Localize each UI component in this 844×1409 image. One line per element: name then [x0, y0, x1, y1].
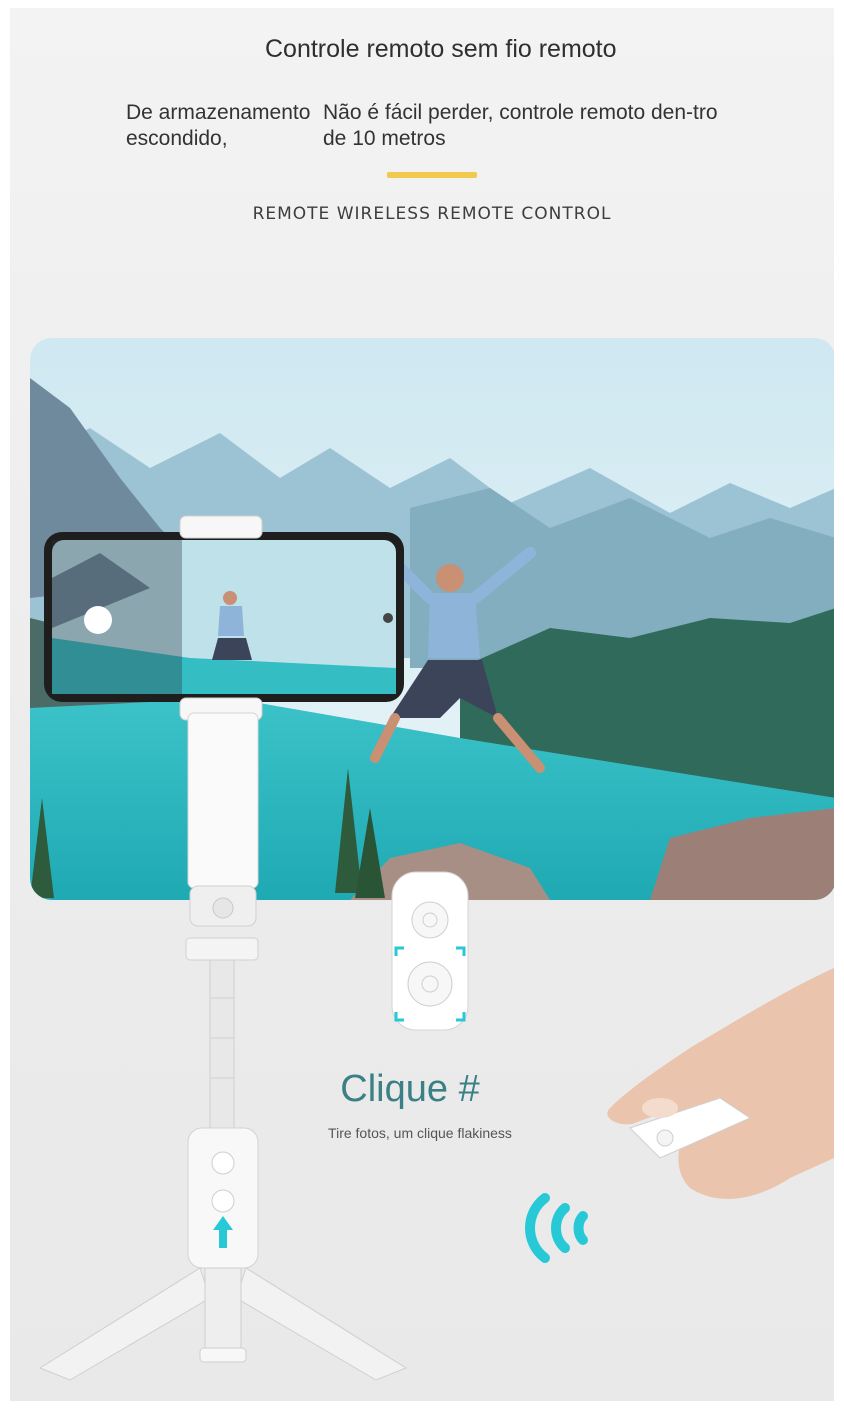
feature-caption-sub: Tire fotos, um clique flakiness — [328, 1125, 512, 1141]
shutter-button-icon — [407, 961, 453, 1007]
page-title: Controle remoto sem fio remoto — [265, 35, 617, 63]
description-left: De armazenamento escondido, — [126, 101, 311, 150]
feature-caption: Clique # — [340, 1068, 480, 1110]
description-right: Não é fácil perder, controle remoto den-… — [323, 101, 718, 150]
gimbal-stick-icon — [38, 515, 408, 1381]
wireless-signal-icon — [525, 1193, 588, 1263]
product-banner: Controle remoto sem fio remoto De armaze… — [10, 8, 834, 1401]
remote-control-icon — [391, 871, 469, 1031]
accent-bar — [387, 172, 477, 178]
section-subtitle: REMOTE WIRELESS REMOTE CONTROL — [252, 204, 612, 224]
hand-icon — [607, 968, 834, 1199]
